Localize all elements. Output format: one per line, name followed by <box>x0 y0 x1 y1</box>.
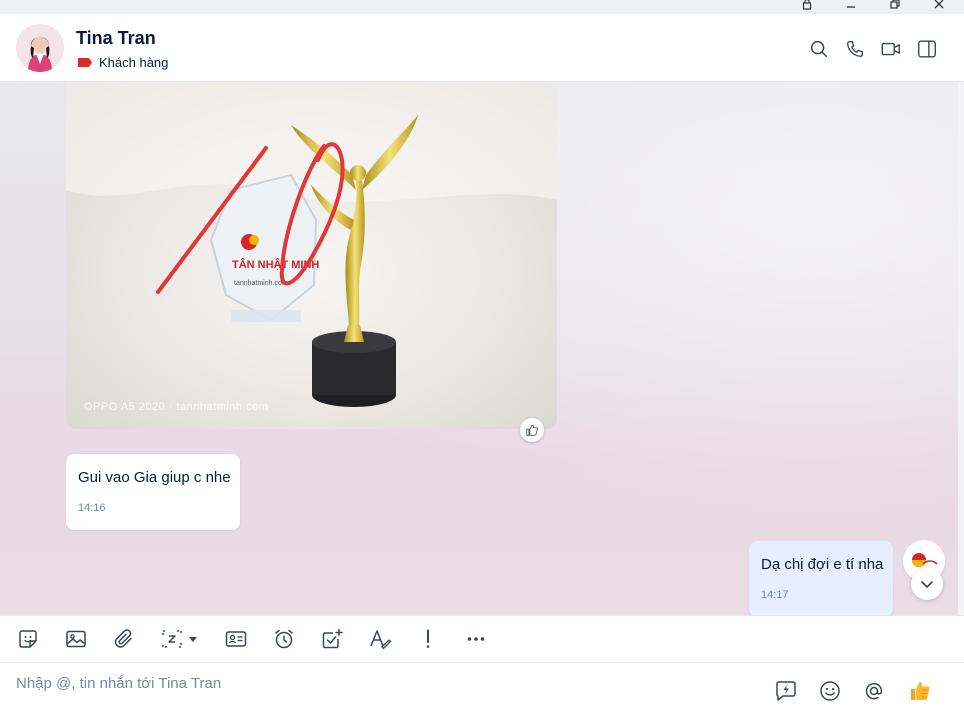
chat-scrollbar[interactable] <box>958 82 964 615</box>
quick-message-icon[interactable] <box>774 679 798 703</box>
attachment-icon[interactable] <box>112 627 136 651</box>
trophy-photo: TÂN NHẬT MINH tannhatminh.com <box>66 82 557 429</box>
phone-icon[interactable] <box>844 38 866 60</box>
message-bubble-outgoing[interactable]: Dạ chị đợi e tí nha 14:17 <box>749 541 893 615</box>
chevron-down-icon <box>921 581 933 588</box>
message-text: Gui vao Gia giup c nhe <box>78 469 231 486</box>
like-reaction-button[interactable] <box>520 418 544 442</box>
message-time: 14:17 <box>761 589 789 601</box>
close-icon[interactable] <box>930 0 948 12</box>
search-icon[interactable] <box>808 38 830 60</box>
message-bubble-incoming[interactable]: Gui vao Gia giup c nhe 14:16 <box>66 454 240 530</box>
conversation-header: Tina Tran Khách hàng <box>0 14 964 82</box>
message-input-bar <box>0 663 964 703</box>
composer-toolbar <box>0 615 964 663</box>
emoji-icon[interactable] <box>818 679 842 703</box>
message-text: Dạ chị đợi e tí nha <box>761 556 884 573</box>
caret-down-icon[interactable] <box>187 627 199 651</box>
svg-text:tannhatminh.com: tannhatminh.com <box>234 280 288 287</box>
thumbs-up-icon <box>526 424 538 436</box>
screenshot-icon[interactable] <box>160 627 199 651</box>
mention-icon[interactable] <box>862 679 886 703</box>
urgent-icon[interactable] <box>416 627 440 651</box>
photo-watermark: OPPO A5 2020 · tannhatminh.com <box>84 401 269 413</box>
contact-name[interactable]: Tina Tran <box>76 28 156 49</box>
sidebar-toggle-icon[interactable] <box>916 38 938 60</box>
more-icon[interactable] <box>464 627 488 651</box>
thumbs-up-send-icon[interactable] <box>908 679 932 703</box>
chat-area[interactable]: TÂN NHẬT MINH tannhatminh.com OPPO A5 20… <box>0 82 958 615</box>
restore-icon[interactable] <box>886 0 904 12</box>
customer-tag[interactable]: Khách hàng <box>78 55 168 70</box>
contact-card-icon[interactable] <box>224 627 248 651</box>
scroll-to-bottom-button[interactable] <box>911 568 943 600</box>
contact-avatar[interactable] <box>16 24 64 72</box>
sticker-icon[interactable] <box>16 627 40 651</box>
image-message[interactable]: TÂN NHẬT MINH tannhatminh.com OPPO A5 20… <box>66 82 557 429</box>
window-titlebar <box>0 0 964 14</box>
format-text-icon[interactable] <box>368 627 392 651</box>
todo-icon[interactable] <box>320 627 344 651</box>
tag-flag-icon <box>78 58 92 67</box>
lock-icon[interactable] <box>798 0 816 12</box>
message-time: 14:16 <box>78 502 106 514</box>
tag-label: Khách hàng <box>99 55 169 70</box>
image-icon[interactable] <box>64 627 88 651</box>
reminder-icon[interactable] <box>272 627 296 651</box>
message-input[interactable] <box>16 671 616 695</box>
video-call-icon[interactable] <box>880 38 902 60</box>
minimize-icon[interactable] <box>842 0 860 12</box>
